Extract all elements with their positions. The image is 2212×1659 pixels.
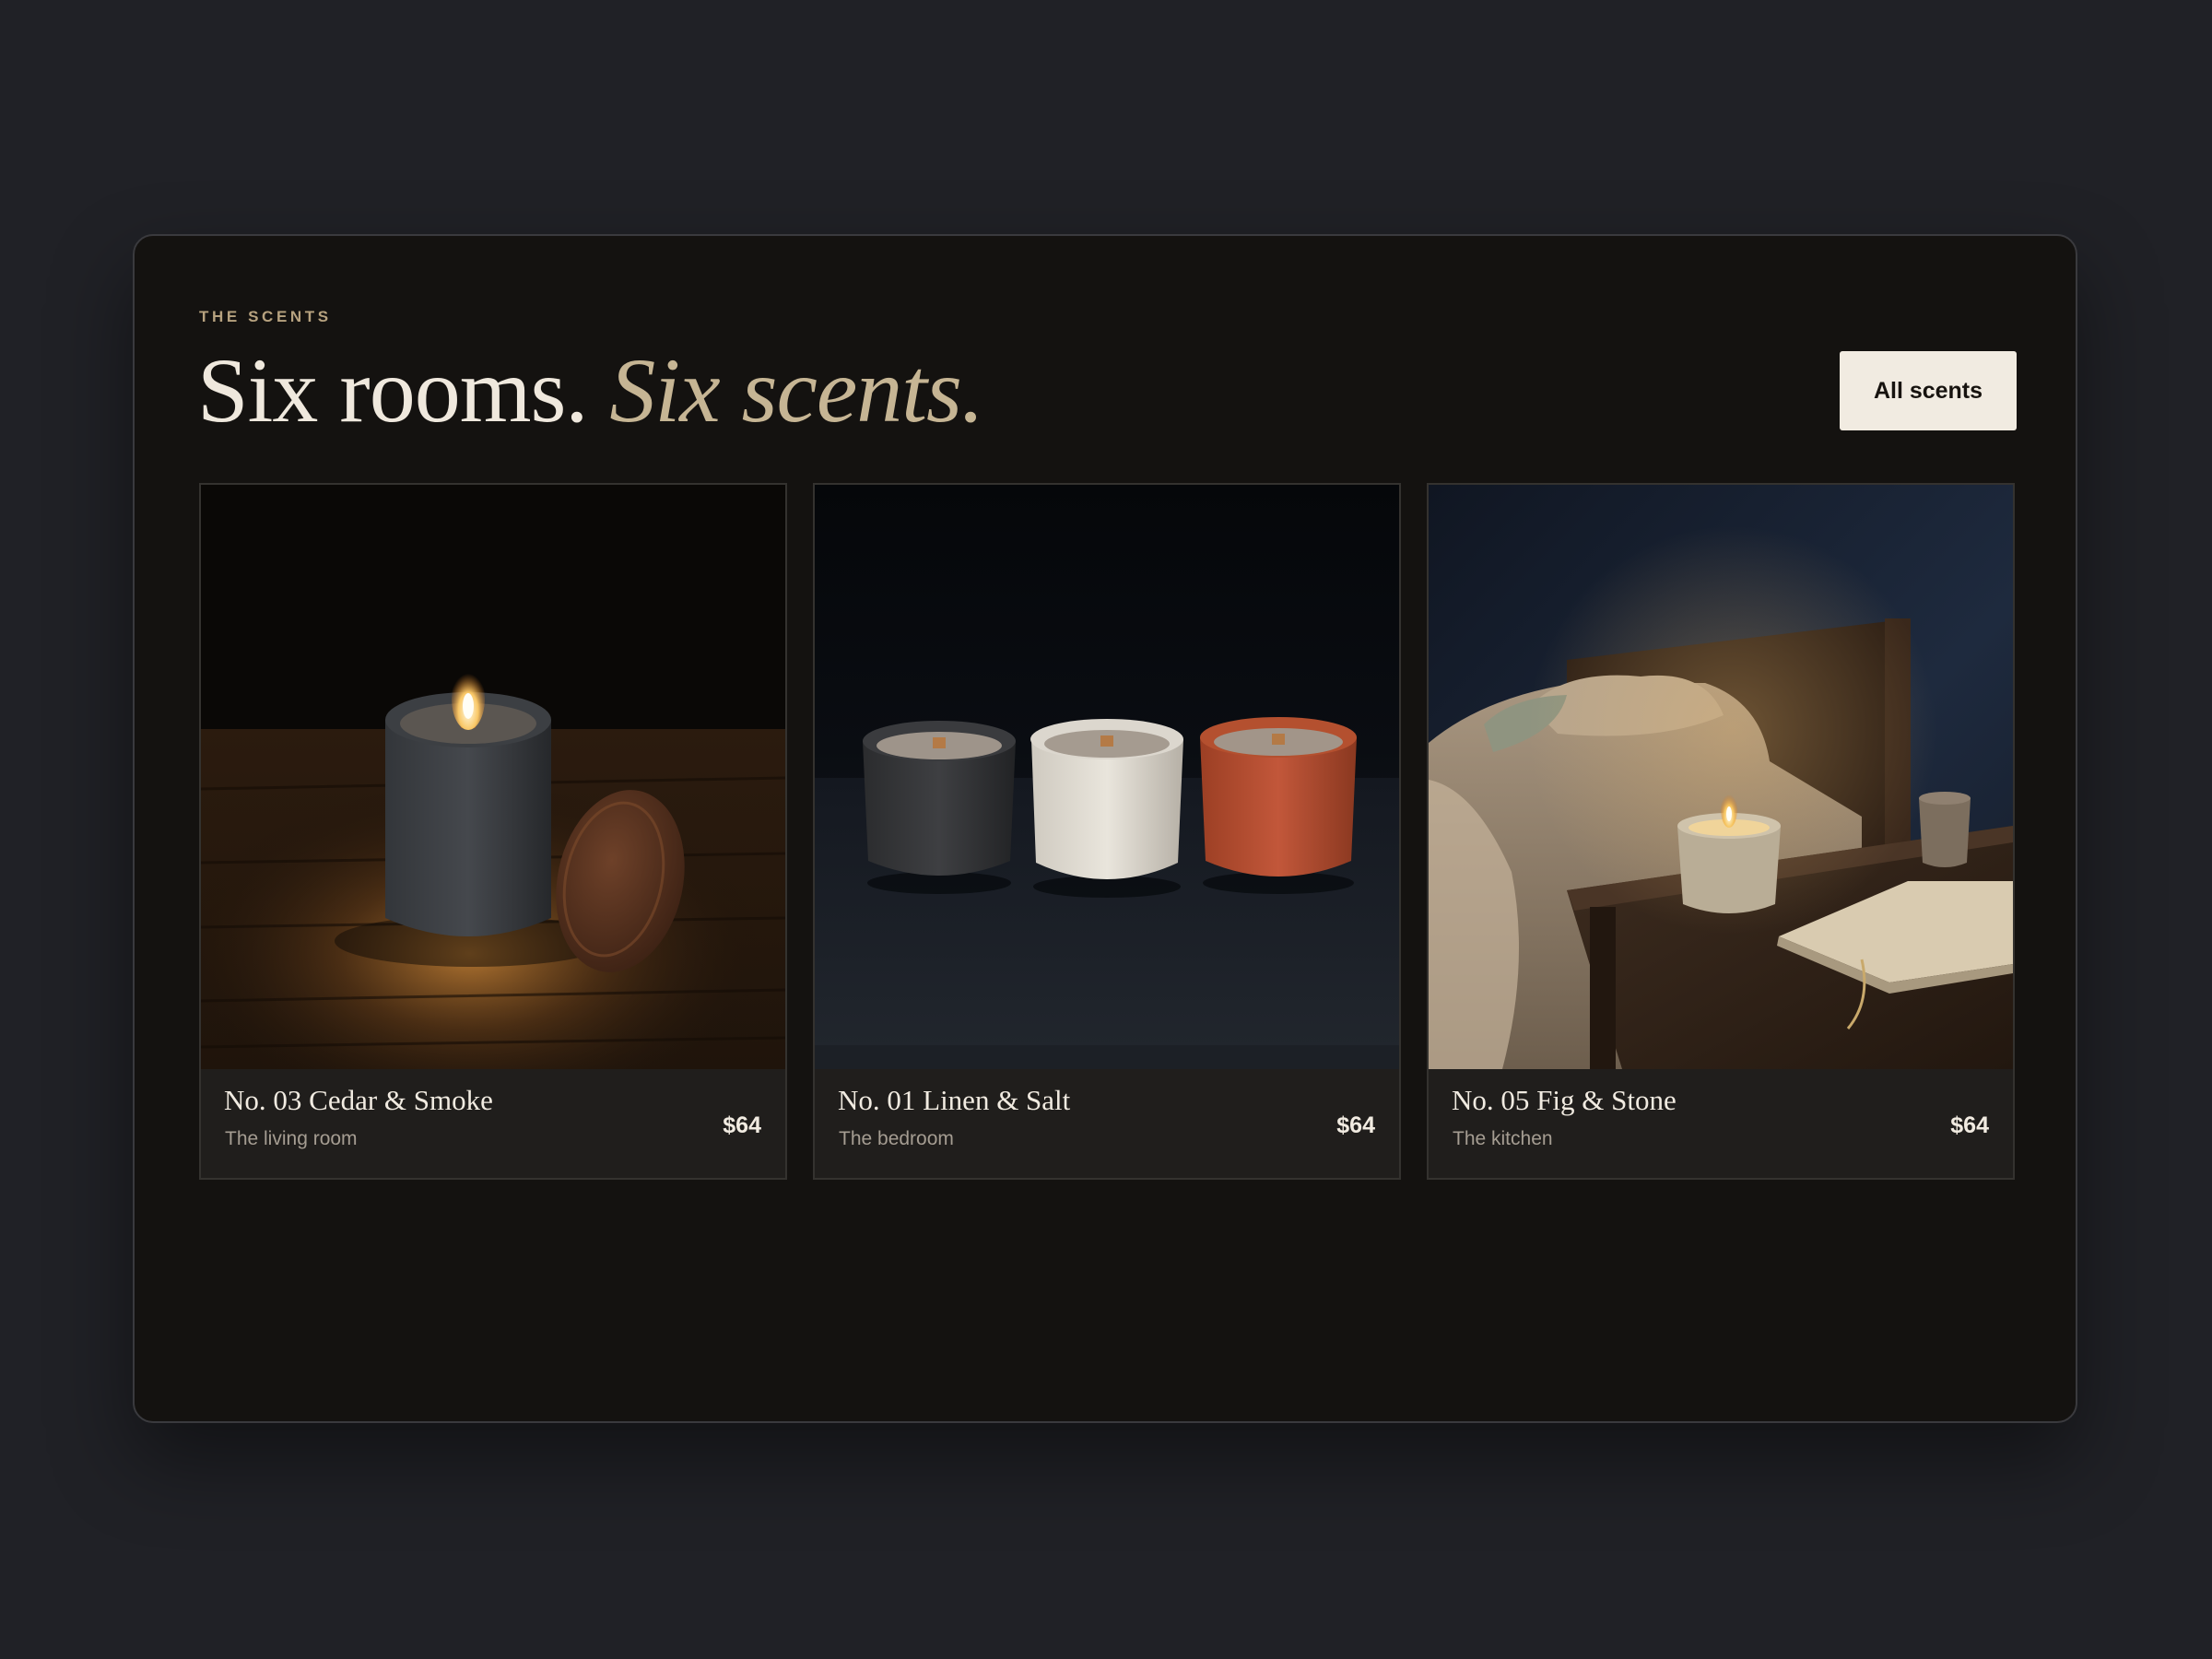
product-price: $64 (1336, 1112, 1375, 1138)
product-name: No. 05 Fig & Stone (1452, 1084, 1677, 1116)
headline-plain: Six rooms. (197, 339, 610, 441)
product-room: The bedroom (839, 1128, 954, 1149)
cedar-smoke-candle-image (201, 485, 785, 1069)
product-card-linen-salt[interactable]: No. 01 Linen & Salt The bedroom $64 (813, 483, 1401, 1180)
product-price: $64 (1950, 1112, 1989, 1138)
product-card-fig-stone[interactable]: No. 05 Fig & Stone The kitchen $64 (1427, 483, 2015, 1180)
product-name: No. 03 Cedar & Smoke (224, 1084, 493, 1116)
linen-salt-candles-image (815, 485, 1399, 1069)
section-headline: Six rooms. Six scents. (197, 335, 984, 446)
scents-section: THE SCENTS Six rooms. Six scents. All sc… (133, 234, 2077, 1423)
headline-accent: Six scents. (609, 339, 984, 441)
product-price: $64 (723, 1112, 761, 1138)
product-room: The kitchen (1453, 1128, 1553, 1149)
section-eyebrow: THE SCENTS (199, 308, 332, 325)
all-scents-button[interactable]: All scents (1840, 351, 2017, 430)
product-card-cedar-smoke[interactable]: No. 03 Cedar & Smoke The living room $64 (199, 483, 787, 1180)
product-name: No. 01 Linen & Salt (838, 1084, 1071, 1116)
product-room: The living room (225, 1128, 358, 1149)
fig-stone-bedside-image (1429, 485, 2013, 1069)
